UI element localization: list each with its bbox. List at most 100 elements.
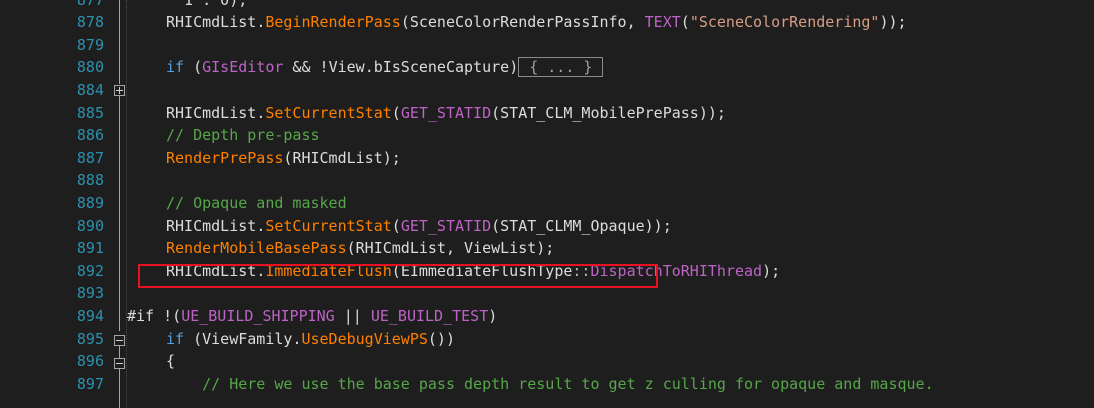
- code-text: #if !(UE_BUILD_SHIPPING || UE_BUILD_TEST…: [127, 305, 497, 328]
- code-token: {: [166, 352, 176, 371]
- outline-guide: [119, 96, 120, 331]
- code-token: View: [328, 58, 365, 77]
- code-editor[interactable]: 877 1 : 0);878RHICmdList.BeginRenderPass…: [0, 0, 1094, 408]
- line-number: 894: [76, 306, 104, 325]
- code-token: "SceneColorRendering": [689, 13, 880, 32]
- collapsed-region[interactable]: { ... }: [518, 57, 604, 78]
- code-token: STAT_CLM_MobilePrePass: [500, 103, 699, 122]
- outline-guide: [119, 346, 120, 358]
- code-text: RHICmdList.SetCurrentStat(GET_STATID(STA…: [166, 215, 672, 238]
- code-text: // Opaque and masked: [166, 192, 347, 215]
- code-token: (: [184, 329, 203, 348]
- line-number: 891: [76, 239, 104, 258]
- code-token: RHICmdList: [166, 13, 257, 32]
- line-number: 886: [76, 126, 104, 145]
- code-token: // Depth pre-pass: [166, 126, 320, 145]
- code-text: if (ViewFamily.UseDebugViewPS()): [166, 328, 455, 351]
- code-token: );: [536, 239, 555, 258]
- code-token: GET_STATID: [400, 216, 492, 235]
- code-line[interactable]: 884: [0, 79, 1094, 102]
- code-text: RenderMobileBasePass(RHICmdList, ViewLis…: [166, 237, 554, 260]
- code-token: ||: [334, 306, 371, 325]
- code-line[interactable]: 894 #if !(UE_BUILD_SHIPPING || UE_BUILD_T…: [0, 305, 1094, 328]
- code-line[interactable]: 895 if (ViewFamily.UseDebugViewPS()): [0, 328, 1094, 351]
- code-line[interactable]: 877 1 : 0);: [0, 0, 1094, 11]
- code-token: TEXT: [644, 13, 681, 32]
- code-token: BeginRenderPass: [265, 13, 401, 32]
- code-token: ));: [698, 103, 726, 122]
- code-token: (: [491, 103, 501, 122]
- line-number: 889: [76, 193, 104, 212]
- code-line[interactable]: 885 RHICmdList.SetCurrentStat(GET_STATID(…: [0, 102, 1094, 125]
- code-line[interactable]: 880 if (GIsEditor && !View.bIsSceneCaptur…: [0, 56, 1094, 79]
- line-number: 892: [76, 261, 104, 280]
- code-token: .: [364, 58, 374, 77]
- line-number: 888: [76, 171, 104, 190]
- code-token: (: [391, 216, 401, 235]
- code-text: {: [166, 350, 175, 373]
- code-text: RHICmdList.BeginRenderPass(SceneColorRen…: [166, 11, 907, 34]
- code-token: (: [346, 239, 356, 258]
- code-line[interactable]: 890 RHICmdList.SetCurrentStat(GET_STATID(…: [0, 215, 1094, 238]
- code-token: .: [256, 13, 266, 32]
- line-number: 877: [44, 0, 104, 11]
- code-token: SceneColorRenderPassInfo: [409, 13, 627, 32]
- code-line[interactable]: 888: [0, 169, 1094, 192]
- line-number: 887: [76, 148, 104, 167]
- code-line[interactable]: 878 RHICmdList.BeginRenderPass(SceneColor…: [0, 11, 1094, 34]
- code-token: STAT_CLMM_Opaque: [500, 216, 645, 235]
- code-token: UE_BUILD_SHIPPING: [181, 306, 335, 325]
- code-token: ViewFamily: [202, 329, 293, 348]
- code-token: ));: [644, 216, 672, 235]
- code-token: RHICmdList: [166, 103, 257, 122]
- code-line[interactable]: 886 // Depth pre-pass: [0, 124, 1094, 147]
- code-token: ,: [445, 239, 465, 258]
- code-token: ): [488, 306, 498, 325]
- line-number: 879: [76, 35, 104, 54]
- code-line[interactable]: 891 RenderMobileBasePass(RHICmdList, View…: [0, 237, 1094, 260]
- line-number: 885: [76, 103, 104, 122]
- line-number: 890: [76, 216, 104, 235]
- line-number: 895: [76, 329, 104, 348]
- code-line[interactable]: 897 // Here we use the base pass depth r…: [0, 373, 1094, 396]
- code-token: RHICmdList: [166, 216, 257, 235]
- collapse-icon[interactable]: [114, 358, 125, 369]
- line-number: 897: [76, 374, 104, 393]
- code-text: // Depth pre-pass: [166, 124, 320, 147]
- code-line[interactable]: 887 RenderPrePass(RHICmdList);: [0, 147, 1094, 170]
- outline-guide: [119, 369, 120, 408]
- code-token: ()): [427, 329, 455, 348]
- code-line[interactable]: 896 {: [0, 350, 1094, 373]
- code-token: RHICmdList: [292, 148, 383, 167]
- code-token: ): [509, 58, 519, 77]
- code-token: (: [491, 216, 501, 235]
- code-token: UE_BUILD_TEST: [370, 306, 489, 325]
- code-token: (: [400, 13, 410, 32]
- code-token: SetCurrentStat: [265, 216, 392, 235]
- code-token: GET_STATID: [400, 103, 492, 122]
- code-token: RHICmdList: [355, 239, 446, 258]
- code-token: ,: [626, 13, 645, 32]
- line-number: 880: [76, 58, 104, 77]
- line-number: 896: [76, 352, 104, 371]
- code-token: ));: [879, 13, 907, 32]
- code-token: !(: [154, 306, 182, 325]
- line-number: 884: [76, 80, 104, 99]
- code-token: UseDebugViewPS: [301, 329, 428, 348]
- code-line[interactable]: 879: [0, 34, 1094, 57]
- code-token: );: [382, 148, 401, 167]
- code-text: RenderPrePass(RHICmdList);: [166, 147, 401, 170]
- code-text: 1 : 0);: [166, 0, 247, 11]
- code-token: );: [762, 261, 781, 280]
- code-token: RenderPrePass: [166, 148, 284, 167]
- code-token: (: [680, 13, 690, 32]
- code-token: (: [184, 58, 203, 77]
- code-token: if: [166, 329, 185, 348]
- code-line[interactable]: 889 // Opaque and masked: [0, 192, 1094, 215]
- collapse-icon[interactable]: [114, 335, 125, 346]
- code-token: .: [256, 216, 266, 235]
- expand-icon[interactable]: [114, 85, 125, 96]
- code-token: RenderMobileBasePass: [166, 239, 347, 258]
- highlight-box: [138, 264, 658, 288]
- code-text: if (GIsEditor && !View.bIsSceneCapture){…: [166, 56, 604, 79]
